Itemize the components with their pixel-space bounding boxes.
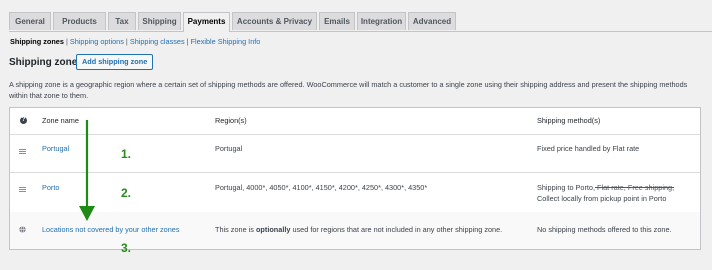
tab-products[interactable]: Products [53,12,106,30]
page-title: Shipping zones [9,57,83,68]
annotation-number: 2. [121,186,132,200]
shipping-zones-table: ? Zone name Region(s) Shipping method(s)… [9,107,701,250]
globe-icon [19,226,26,233]
page-description: A shipping zone is a geographic region w… [9,80,688,100]
tab-general[interactable]: General [9,12,51,30]
zone-methods: Shipping to Porto, Flat rate, Free shipp… [537,183,697,204]
zone-methods: Fixed price handled by Flat rate [537,144,640,153]
subnav-flexible-shipping-info[interactable]: Flexible Shipping Info [191,37,261,46]
zone-name-link[interactable]: Locations not covered by your other zone… [42,225,180,236]
drag-handle-icon[interactable] [19,149,26,154]
region-bold: optionally [255,225,291,234]
tab-payments[interactable]: Payments [183,12,230,32]
zone-regions: This zone is optionally used for regions… [215,225,502,236]
subnav-shipping-zones[interactable]: Shipping zones [10,37,64,46]
method-line2: Collect locally from pickup point in Por… [537,193,667,203]
method-prefix: Shipping to Porto, [537,183,596,192]
zone-methods: No shipping methods offered to this zone… [537,225,672,234]
table-row[interactable]: Porto Portugal, 4000*, 4050*, 4100*, 415… [10,172,700,213]
subnav-separator: | [186,37,189,46]
method-removed: Flat rate, Free shipping, [595,183,675,192]
subnav-shipping-options[interactable]: Shipping options [70,37,124,46]
shipping-subnav: Shipping zones | Shipping options | Ship… [10,37,260,46]
zone-name-link[interactable]: Porto [42,183,59,194]
tab-tax[interactable]: Tax [108,12,136,30]
subnav-separator: | [125,37,128,46]
subnav-separator: | [65,37,68,46]
tab-shipping[interactable]: Shipping [138,12,181,30]
add-shipping-zone-button[interactable]: Add shipping zone [76,54,154,70]
region-post: used for regions that are not included i… [290,225,503,234]
table-header: ? Zone name Region(s) Shipping method(s) [10,108,700,135]
table-row[interactable]: Portugal Portugal Fixed price handled by… [10,134,700,173]
annotation-number: 3. [121,241,132,255]
tab-integration[interactable]: Integration [357,12,406,30]
tab-advanced[interactable]: Advanced [408,12,456,30]
column-regions: Region(s) [215,116,247,125]
settings-tabs: General Products Tax Shipping Payments A… [9,12,712,32]
help-icon[interactable]: ? [20,117,27,124]
table-row[interactable]: Locations not covered by your other zone… [10,212,700,249]
zone-regions: Portugal [215,144,243,153]
column-zone-name: Zone name [42,116,79,125]
tab-emails[interactable]: Emails [319,12,355,30]
tab-accounts-privacy[interactable]: Accounts & Privacy [232,12,317,30]
zone-name-link[interactable]: Portugal [42,144,69,155]
annotation-number: 1. [121,147,132,161]
column-shipping-methods: Shipping method(s) [537,116,601,125]
region-pre: This zone is [215,225,256,234]
zone-regions: Portugal, 4000*, 4050*, 4100*, 4150*, 42… [215,183,428,192]
drag-handle-icon[interactable] [19,187,26,192]
subnav-shipping-classes[interactable]: Shipping classes [130,37,185,46]
